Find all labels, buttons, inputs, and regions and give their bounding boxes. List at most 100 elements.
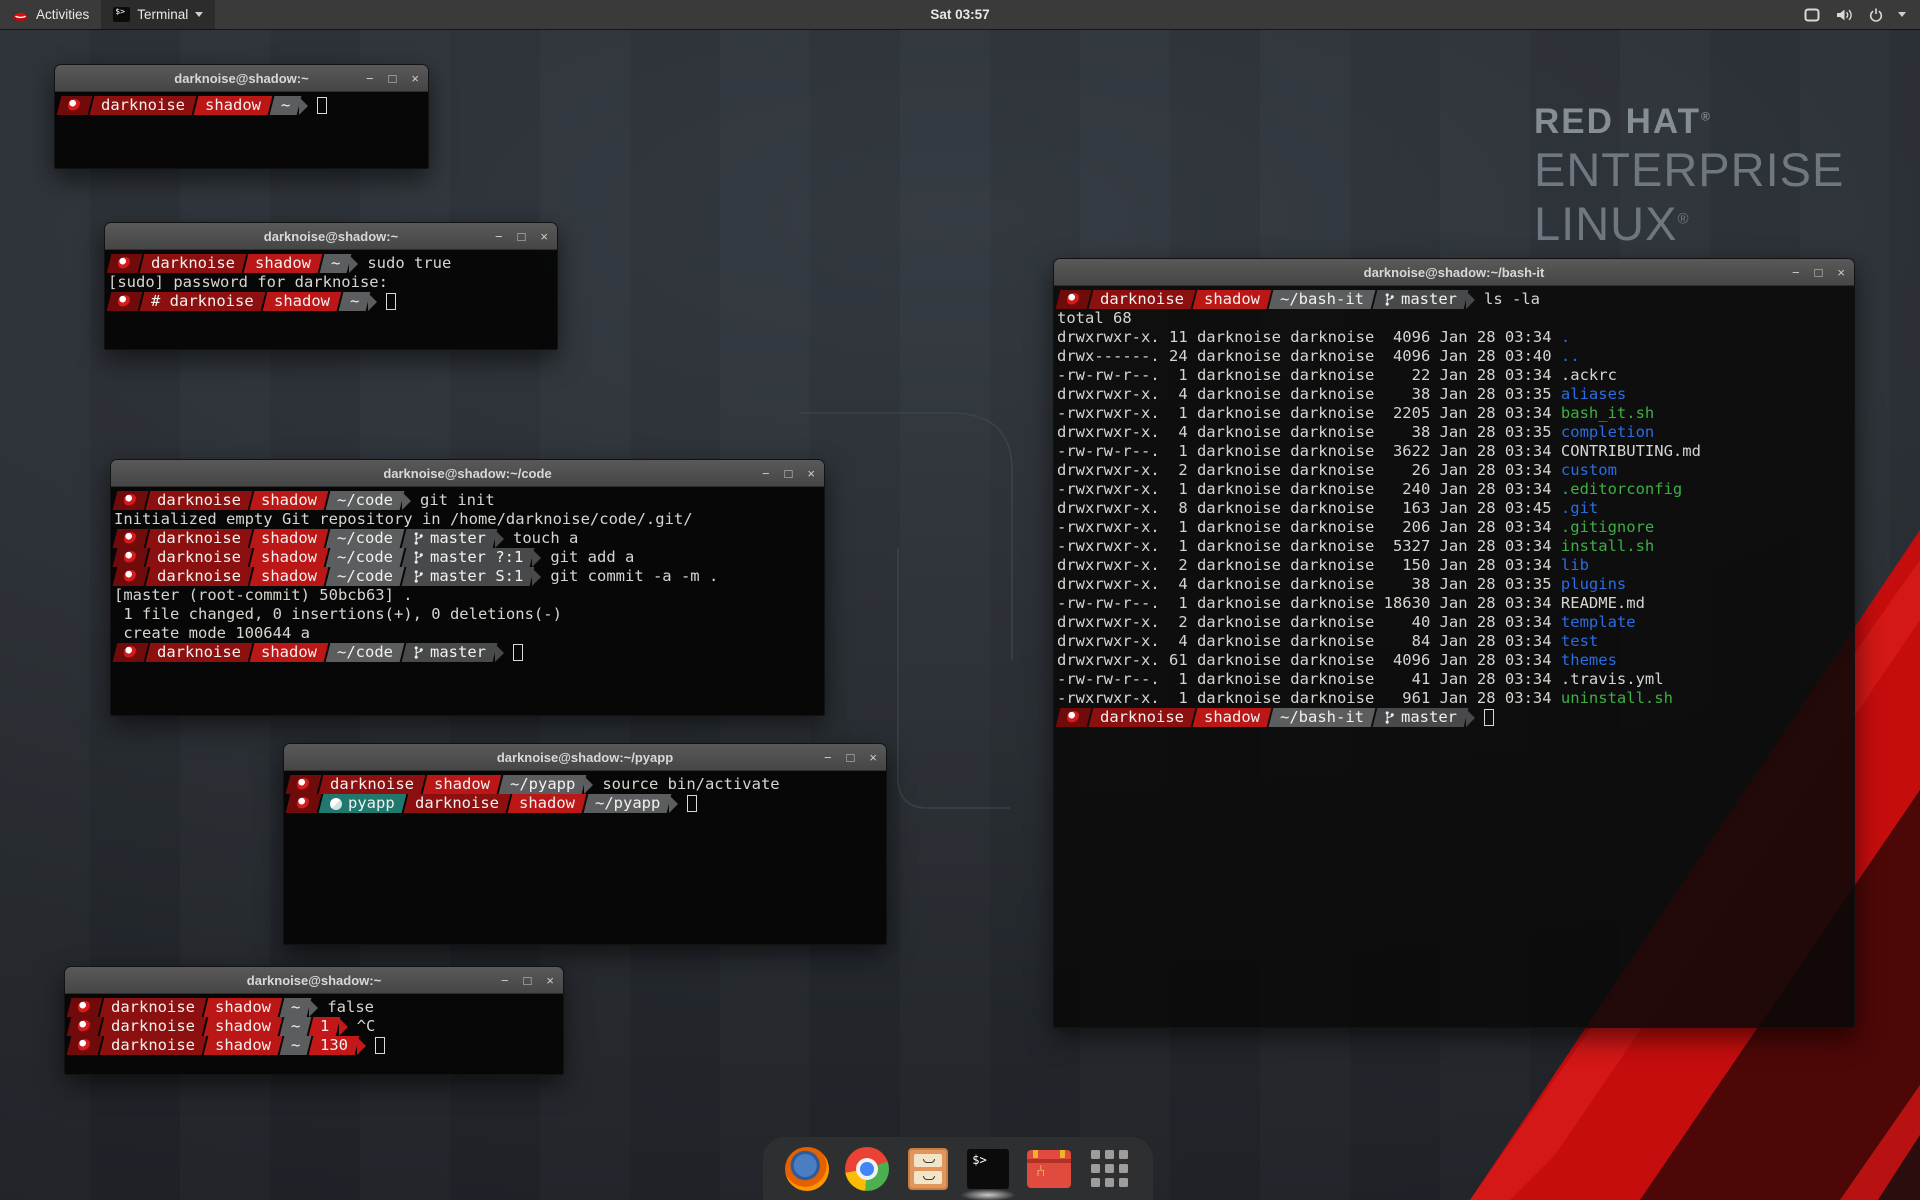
terminal-line: darknoiseshadow~/codegit init	[114, 491, 821, 510]
terminal-content[interactable]: darknoiseshadow~/pyappsource bin/activat…	[284, 771, 886, 944]
minimize-button[interactable]: −	[366, 72, 374, 85]
ls-entry-details: -rw-rw-r--. 1 darknoise darknoise 3622 J…	[1057, 442, 1561, 461]
prompt-segment-text: darknoise	[157, 567, 241, 586]
dock-app-grid-icon[interactable]	[1086, 1146, 1132, 1192]
prompt-segment-content: ~/code	[337, 548, 393, 567]
prompt-segment-content: ~/code	[337, 491, 393, 510]
dock-toolbox-icon[interactable]	[1026, 1146, 1072, 1192]
prompt-segment-content	[1067, 290, 1080, 309]
title-bar[interactable]: darknoise@shadow:~/pyapp − □ ×	[284, 744, 886, 771]
terminal-line: -rw-rw-r--. 1 darknoise darknoise 3622 J…	[1057, 442, 1851, 461]
power-icon[interactable]	[1868, 7, 1884, 23]
dock-terminal-icon[interactable]: $>	[965, 1146, 1011, 1192]
prompt-segment-user: darknoise	[146, 567, 253, 586]
distro-logo-icon	[124, 551, 137, 564]
minimize-button[interactable]: −	[495, 230, 503, 243]
volume-icon[interactable]	[1835, 7, 1854, 23]
terminal-content[interactable]: darknoiseshadow~/bash-itmasterls -latota…	[1054, 286, 1854, 1027]
ls-entry-name: .ackrc	[1561, 366, 1617, 385]
maximize-button[interactable]: □	[389, 72, 397, 85]
ls-entry-details: drwxrwxr-x. 4 darknoise darknoise 38 Jan…	[1057, 423, 1561, 442]
ls-entry-details: -rw-rw-r--. 1 darknoise darknoise 22 Jan…	[1057, 366, 1561, 385]
ls-entry-name: bash_it.sh	[1561, 404, 1654, 423]
terminal-content[interactable]: darknoiseshadow~sudo true[sudo] password…	[105, 250, 557, 349]
prompt-segment-content: master	[413, 529, 486, 548]
dock-files-icon[interactable]	[905, 1146, 951, 1192]
terminal-app-icon: $>	[113, 7, 130, 22]
brand-line-3: LINUX®	[1534, 200, 1844, 247]
prompt-segment-content	[124, 548, 137, 567]
prompt-segment-content: ~/pyapp	[595, 794, 660, 813]
desktop: RED HAT® ENTERPRISE LINUX® Activities $>…	[0, 0, 1920, 1200]
system-menu-chevron-icon[interactable]	[1898, 12, 1906, 17]
rhel-branding: RED HAT® ENTERPRISE LINUX®	[1534, 104, 1844, 247]
prompt-segment-user: darknoise	[1089, 290, 1196, 309]
prompt-segment-content: shadow	[261, 548, 317, 567]
title-bar[interactable]: darknoise@shadow:~/bash-it − □ ×	[1054, 259, 1854, 286]
minimize-button[interactable]: −	[1792, 266, 1800, 279]
prompt-segment-content: darknoise	[151, 254, 235, 273]
prompt-segment-text: shadow	[205, 96, 261, 115]
title-bar[interactable]: darknoise@shadow:~ − □ ×	[55, 65, 428, 92]
app-menu-terminal[interactable]: $> Terminal	[101, 0, 215, 29]
terminal-cursor[interactable]	[1484, 709, 1494, 726]
top-bar: Activities $> Terminal Sat 03:57	[0, 0, 1920, 29]
close-button[interactable]: ×	[1837, 266, 1845, 279]
prompt-segment-text: ~/bash-it	[1280, 290, 1364, 309]
prompt-segment-text: darknoise	[111, 998, 195, 1017]
close-button[interactable]: ×	[540, 230, 548, 243]
title-bar[interactable]: darknoise@shadow:~ − □ ×	[65, 967, 563, 994]
prompt-segment-content: ~/bash-it	[1280, 290, 1364, 309]
terminal-content[interactable]: darknoiseshadow~/codegit initInitialized…	[111, 487, 824, 715]
prompt-segment-content: shadow	[215, 1036, 271, 1055]
prompt-segment-text: darknoise	[111, 1036, 195, 1055]
terminal-cursor[interactable]	[513, 644, 523, 661]
close-button[interactable]: ×	[546, 974, 554, 987]
terminal-content[interactable]: darknoiseshadow~falsedarknoiseshadow~1^C…	[65, 994, 563, 1074]
redhat-icon	[12, 7, 29, 22]
display-icon[interactable]	[1803, 7, 1821, 23]
terminal-cursor[interactable]	[386, 293, 396, 310]
terminal-line: drwxrwxr-x. 2 darknoise darknoise 150 Ja…	[1057, 556, 1851, 575]
terminal-output-text: total 68	[1057, 309, 1132, 328]
maximize-button[interactable]: □	[785, 467, 793, 480]
maximize-button[interactable]: □	[518, 230, 526, 243]
prompt-segment-text: darknoise	[157, 643, 241, 662]
prompt-segment-text: ~/bash-it	[1280, 708, 1364, 727]
minimize-button[interactable]: −	[762, 467, 770, 480]
minimize-button[interactable]: −	[501, 974, 509, 987]
prompt-segment-user: darknoise	[319, 775, 426, 794]
prompt-segment-text: shadow	[1204, 290, 1260, 309]
prompt-segment-text: shadow	[274, 292, 330, 311]
prompt-segment-user: darknoise	[146, 491, 253, 510]
activities-button[interactable]: Activities	[0, 0, 101, 29]
minimize-button[interactable]: −	[824, 751, 832, 764]
maximize-button[interactable]: □	[1815, 266, 1823, 279]
prompt-segment-content: shadow	[261, 491, 317, 510]
terminal-cursor[interactable]	[375, 1037, 385, 1054]
prompt-segment-text: shadow	[261, 643, 317, 662]
close-button[interactable]: ×	[411, 72, 419, 85]
distro-logo-icon	[124, 570, 137, 583]
close-button[interactable]: ×	[807, 467, 815, 480]
dock-chrome-icon[interactable]	[844, 1146, 890, 1192]
prompt-segment-content: darknoise	[111, 1036, 195, 1055]
close-button[interactable]: ×	[869, 751, 877, 764]
prompt-segment-icon	[113, 567, 149, 586]
prompt-segment-venv: pyapp	[319, 794, 406, 813]
title-bar[interactable]: darknoise@shadow:~ − □ ×	[105, 223, 557, 250]
dock-firefox-icon[interactable]	[784, 1146, 830, 1192]
maximize-button[interactable]: □	[524, 974, 532, 987]
terminal-cursor[interactable]	[687, 795, 697, 812]
prompt-segment-exit: 1	[309, 1017, 341, 1036]
maximize-button[interactable]: □	[847, 751, 855, 764]
title-bar[interactable]: darknoise@shadow:~/code − □ ×	[111, 460, 824, 487]
prompt-segment-text: pyapp	[348, 794, 395, 813]
terminal-cursor[interactable]	[317, 97, 327, 114]
prompt-segment-content: ~/code	[337, 643, 393, 662]
prompt-segment-git: master	[1373, 290, 1469, 309]
clock[interactable]: Sat 03:57	[930, 7, 989, 22]
terminal-line: drwx------. 24 darknoise darknoise 4096 …	[1057, 347, 1851, 366]
terminal-window-home-2: darknoise@shadow:~ − □ × darknoise shadow…	[64, 966, 564, 1075]
terminal-content[interactable]: darknoiseshadow~	[55, 92, 428, 168]
